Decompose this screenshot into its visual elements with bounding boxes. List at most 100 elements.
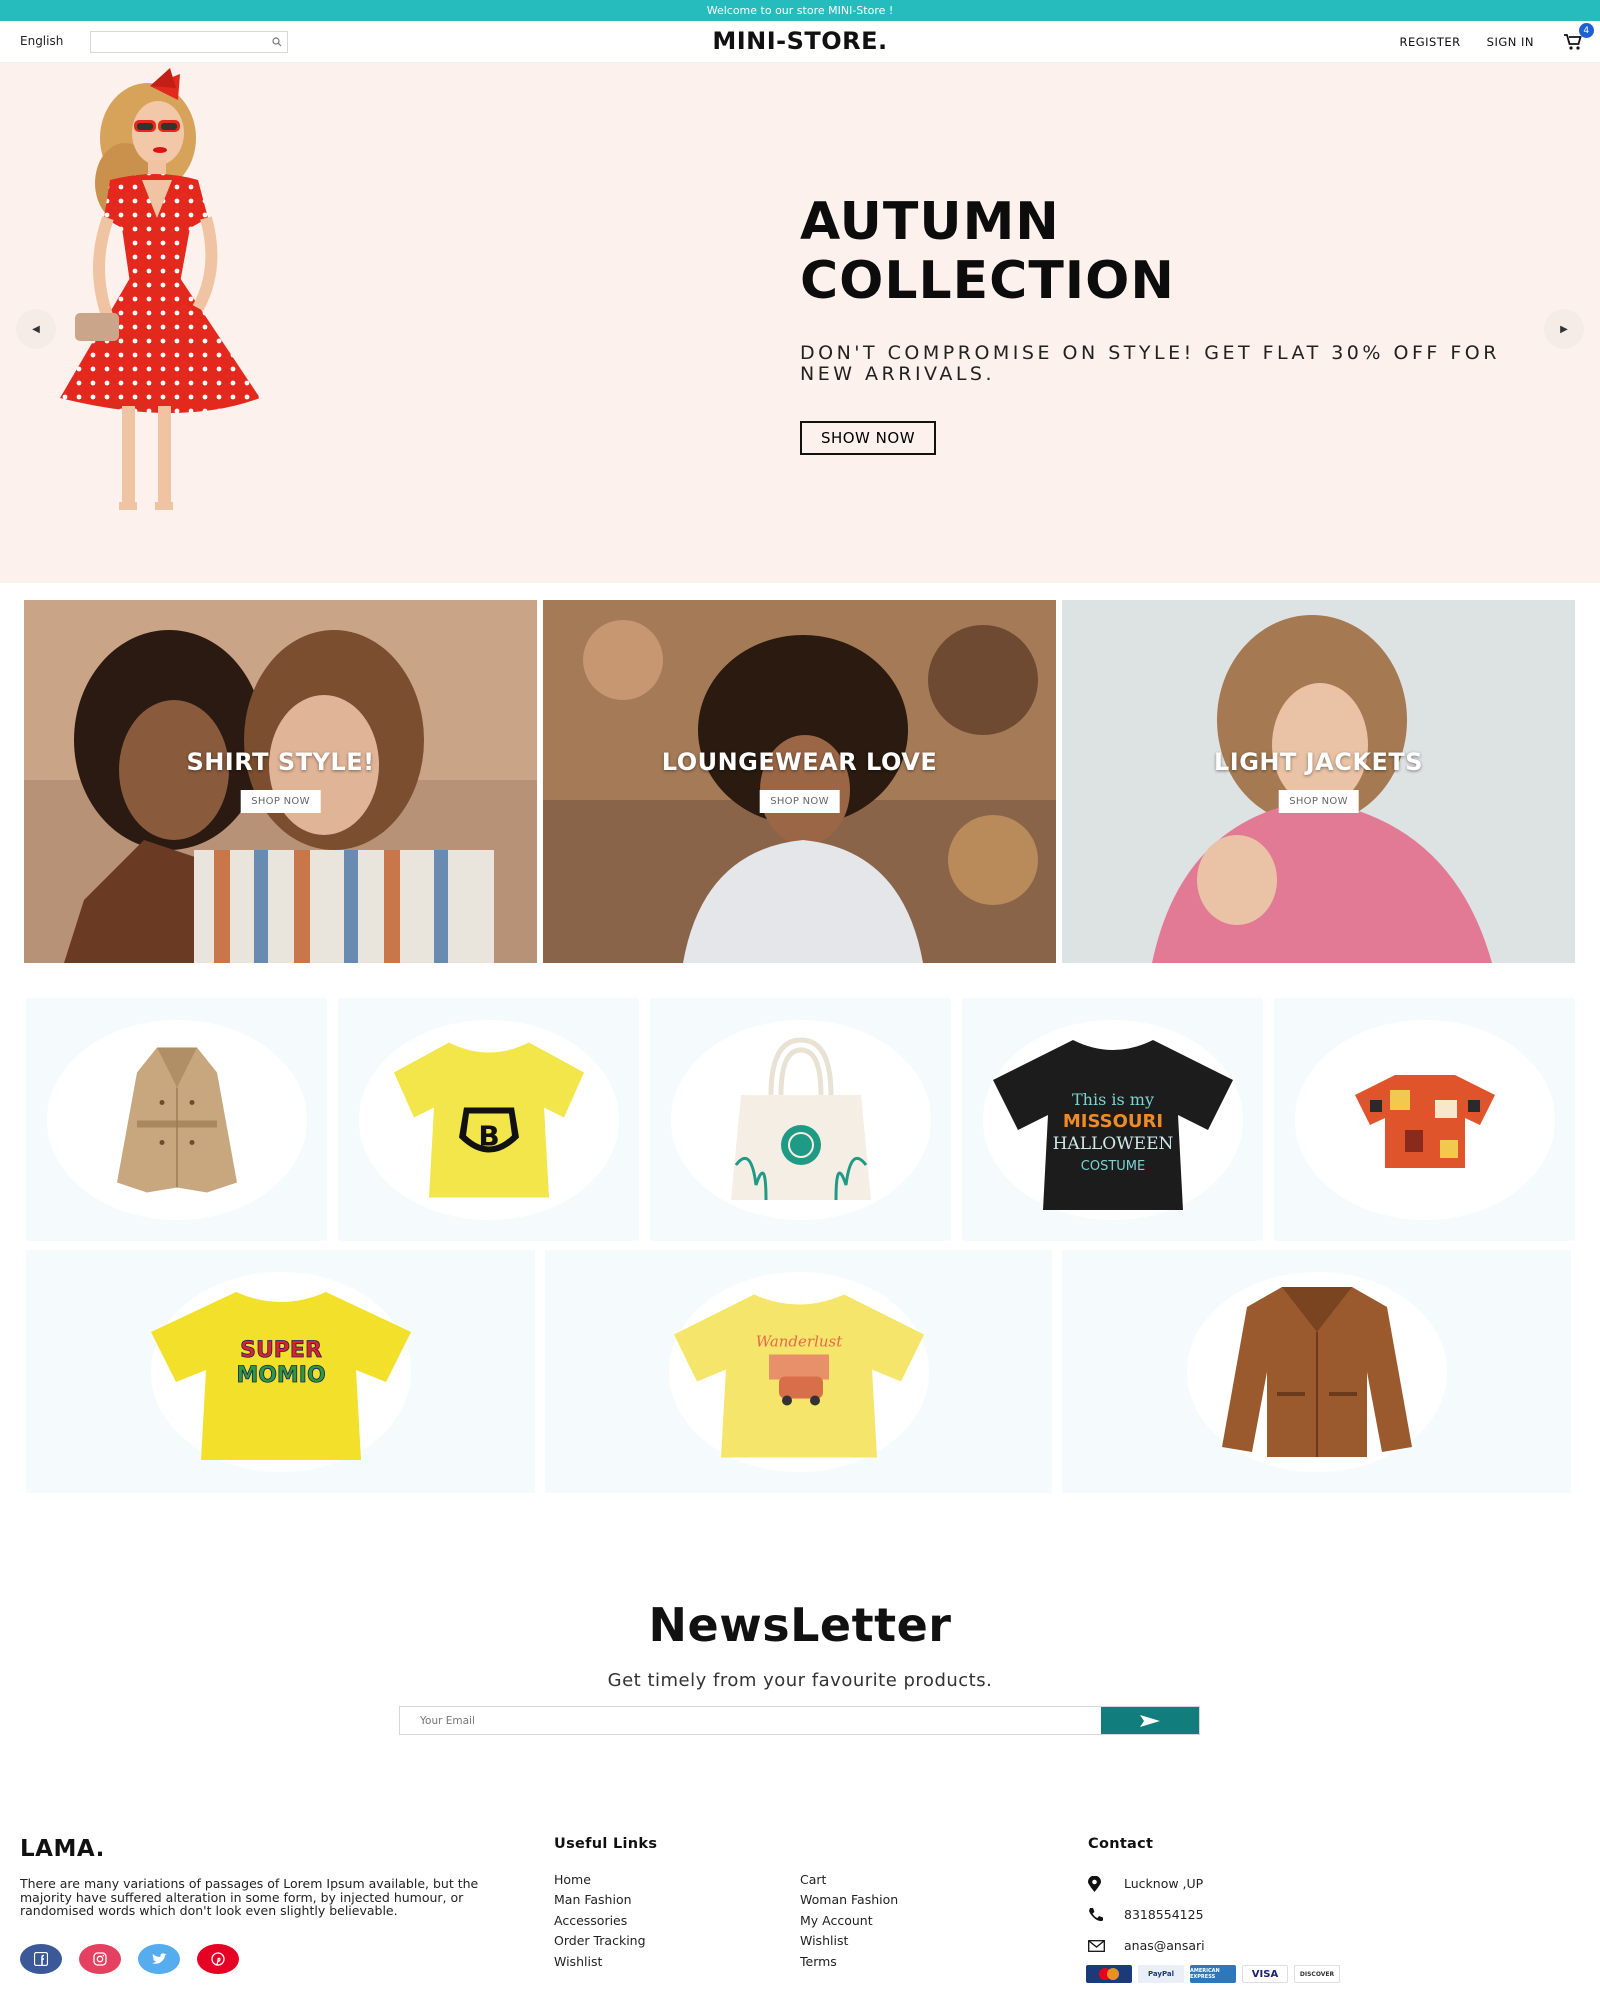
footer-link-cart[interactable]: Cart — [800, 1870, 898, 1890]
yellow-tshirt-icon: B — [393, 1042, 584, 1197]
footer-link-wishlist-2[interactable]: Wishlist — [800, 1931, 898, 1951]
contact-heading: Contact — [1088, 1836, 1154, 1852]
newsletter-submit-button[interactable] — [1101, 1707, 1199, 1734]
newsletter-form — [399, 1706, 1200, 1735]
hero-description: DON'T COMPROMISE ON STYLE! GET FLAT 30% … — [800, 342, 1500, 385]
footer-description: There are many variations of passages of… — [20, 1876, 479, 1918]
contact-phone-text[interactable]: 8318554125 — [1124, 1907, 1204, 1922]
category-card-loungewear[interactable]: LOUNGEWEAR LOVE SHOP NOW — [543, 600, 1056, 963]
location-pin-icon — [1088, 1875, 1124, 1892]
footer-link-home[interactable]: Home — [554, 1870, 646, 1890]
navbar: English MINI-STORE. REGISTER SIGN IN 4 — [0, 21, 1600, 63]
hero-model-image — [60, 68, 260, 510]
paypal-icon: PayPal — [1138, 1965, 1184, 1983]
shop-now-button[interactable]: SHOP NOW — [240, 790, 321, 813]
svg-text:This is my: This is my — [1071, 1090, 1153, 1109]
footer-logo: LAMA. — [20, 1836, 105, 1862]
category-card-shirts[interactable]: SHIRT STYLE! SHOP NOW — [24, 600, 537, 963]
phone-icon — [1088, 1907, 1124, 1922]
product-card[interactable] — [1062, 1250, 1571, 1493]
product-card[interactable] — [1274, 998, 1575, 1241]
wanderlust-tshirt-icon: Wanderlust — [673, 1294, 924, 1457]
shop-now-button[interactable]: SHOP NOW — [1278, 790, 1359, 813]
contact-info: Lucknow ,UP 8318554125 anas@ansari — [1088, 1868, 1205, 1961]
hero-title-line1: AUTUMN — [800, 192, 1060, 252]
svg-text:HALLOWEEN: HALLOWEEN — [1052, 1134, 1173, 1154]
category-title: LOUNGEWEAR LOVE — [661, 748, 938, 776]
product-card[interactable] — [26, 998, 327, 1241]
footer-link-my-account[interactable]: My Account — [800, 1911, 898, 1931]
footer-link-man-fashion[interactable]: Man Fashion — [554, 1890, 646, 1910]
newsletter-email-input[interactable] — [400, 1707, 1101, 1734]
useful-links-heading: Useful Links — [554, 1836, 658, 1852]
hero-title: AUTUMN COLLECTION — [800, 193, 1175, 311]
sign-in-link[interactable]: SIGN IN — [1487, 35, 1534, 49]
tote-bag-icon — [730, 1036, 871, 1200]
twitter-icon[interactable] — [138, 1944, 180, 1974]
hawaiian-shirt-icon — [1354, 1074, 1495, 1168]
announcement-text: Welcome to our store MINI-Store ! — [706, 4, 894, 17]
contact-address: Lucknow ,UP — [1088, 1868, 1205, 1899]
instagram-icon[interactable] — [79, 1944, 121, 1974]
svg-text:COSTUME: COSTUME — [1080, 1159, 1144, 1174]
footer-link-terms[interactable]: Terms — [800, 1952, 898, 1972]
product-card[interactable]: B — [338, 998, 639, 1241]
show-now-button[interactable]: SHOW NOW — [800, 421, 936, 455]
svg-text:SUPER: SUPER — [240, 1338, 322, 1363]
amex-icon: AMERICAN EXPRESS — [1190, 1965, 1236, 1983]
mastercard-icon — [1086, 1965, 1132, 1983]
category-card-jackets[interactable]: LIGHT JACKETS SHOP NOW — [1062, 600, 1575, 963]
pinterest-icon[interactable] — [197, 1944, 239, 1974]
category-title: LIGHT JACKETS — [1214, 748, 1423, 776]
svg-text:Wanderlust: Wanderlust — [755, 1332, 843, 1350]
useful-links-col-1: Home Man Fashion Accessories Order Track… — [554, 1870, 646, 1972]
footer-link-order-tracking[interactable]: Order Tracking — [554, 1931, 646, 1951]
newsletter-title: NewsLetter — [648, 1598, 952, 1652]
contact-address-text: Lucknow ,UP — [1124, 1876, 1204, 1891]
slider-next-arrow[interactable]: ▶ — [1544, 309, 1584, 349]
visa-icon: VISA — [1242, 1965, 1288, 1983]
category-title: SHIRT STYLE! — [186, 748, 375, 776]
facebook-icon[interactable] — [20, 1944, 62, 1974]
category-banners: SHIRT STYLE! SHOP NOW LOUNGEWEAR LOVE SH… — [24, 600, 1575, 963]
product-card[interactable]: Wanderlust — [545, 1250, 1052, 1493]
contact-phone: 8318554125 — [1088, 1899, 1205, 1930]
shop-now-button[interactable]: SHOP NOW — [759, 790, 840, 813]
cart-button[interactable]: 4 — [1560, 23, 1594, 55]
footer-link-accessories[interactable]: Accessories — [554, 1911, 646, 1931]
category-image-shirts — [24, 600, 537, 963]
cart-icon — [1564, 34, 1582, 50]
contact-email-text[interactable]: anas@ansari — [1124, 1938, 1205, 1953]
black-tshirt-icon: This is my MISSOURI HALLOWEEN COSTUME — [992, 1039, 1233, 1210]
product-grid-row-2: SUPER MOMIO Wanderlust — [26, 1250, 1571, 1493]
product-card[interactable]: SUPER MOMIO — [26, 1250, 535, 1493]
footer: LAMA. There are many variations of passa… — [0, 1830, 1600, 2000]
svg-text:MISSOURI: MISSOURI — [1062, 1111, 1162, 1132]
register-link[interactable]: REGISTER — [1400, 35, 1461, 49]
footer-link-wishlist[interactable]: Wishlist — [554, 1952, 646, 1972]
social-links — [20, 1944, 239, 1974]
svg-text:B: B — [478, 1119, 499, 1152]
arrow-right-icon: ▶ — [1560, 323, 1568, 335]
newsletter-description: Get timely from your favourite products. — [607, 1670, 993, 1691]
footer-link-woman-fashion[interactable]: Woman Fashion — [800, 1890, 898, 1910]
announcement-bar: Welcome to our store MINI-Store ! — [0, 0, 1600, 21]
category-image-jackets — [1062, 600, 1575, 963]
cart-count-badge: 4 — [1579, 23, 1594, 38]
useful-links-col-2: Cart Woman Fashion My Account Wishlist T… — [800, 1870, 898, 1972]
category-image-loungewear — [543, 600, 1056, 963]
mail-icon — [1088, 1939, 1124, 1952]
super-tshirt-icon: SUPER MOMIO — [150, 1291, 411, 1460]
site-logo[interactable]: MINI-STORE. — [0, 27, 1600, 55]
trench-coat-icon — [116, 1047, 237, 1192]
product-card[interactable] — [650, 998, 951, 1241]
discover-icon: DISCOVER — [1294, 1965, 1340, 1983]
hero-slider: ◀ AUTUMN COLLECTION DON'T COMPROMISE ON … — [0, 63, 1600, 583]
hero-title-line2: COLLECTION — [800, 251, 1175, 311]
product-card[interactable]: This is my MISSOURI HALLOWEEN COSTUME — [962, 998, 1263, 1241]
leather-jacket-icon — [1221, 1286, 1412, 1457]
payment-methods: PayPal AMERICAN EXPRESS VISA DISCOVER — [1086, 1965, 1340, 1983]
svg-text:MOMIO: MOMIO — [236, 1363, 325, 1388]
product-grid-row-1: B This is my MISSOURI HALLOWEEN COSTUME — [26, 998, 1575, 1241]
send-icon — [1140, 1714, 1160, 1727]
